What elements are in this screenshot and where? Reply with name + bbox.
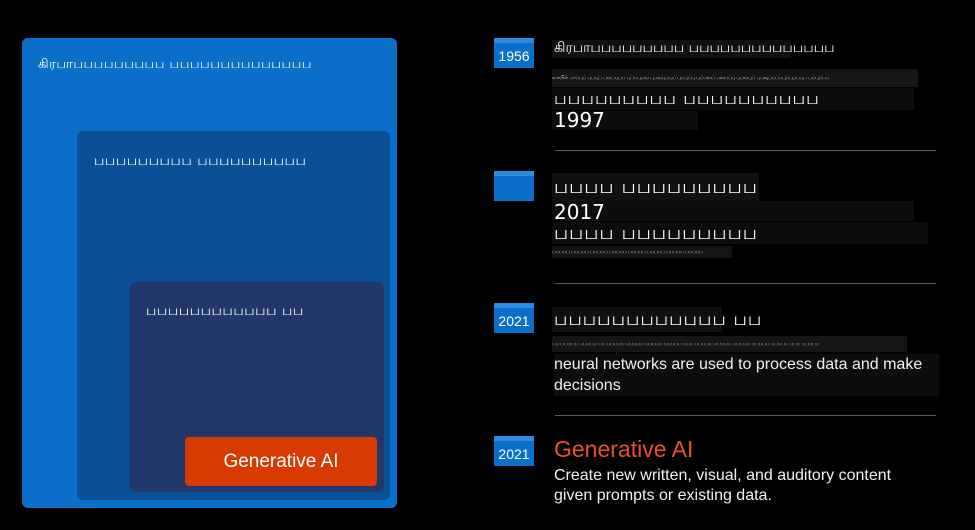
timeline-4-description: Create new written, visual, and auditory… [554, 467, 892, 504]
timeline-1-title: கிரபாபபபபபபபபப பபபபபபபபபபபபபப [552, 40, 835, 58]
timeline-2-line-a: 2017 [552, 201, 914, 223]
year-badge-3: 2021 [494, 303, 534, 333]
deep-learning-box-label: பபபபபபபபபபபப பப [146, 303, 304, 319]
timeline-divider [555, 150, 936, 151]
timeline-2-line-b: பபபப பபபபபபபபப [552, 222, 928, 244]
timeline-3-description: neural networks are used to process data… [554, 354, 939, 396]
timeline-2-description: பபபபப பபபபப பபபபப பபபபப பபபபப பபபபப பபபப… [552, 246, 732, 258]
timeline-1-description: வாயில் பாப்புப் புபபுப் பவபபுபப புப்பபுப… [552, 69, 918, 87]
timeline-2-title: பபபப பபபபபபபபப [552, 173, 759, 201]
year-badge-2 [494, 171, 534, 201]
timeline-divider [555, 283, 936, 284]
timeline-1-line-a: பபபபபபபபப பபபபபபபபபப [552, 88, 914, 110]
year-badge-1: 1956 [494, 38, 534, 68]
timeline-3-subtext: பப பபபபப பபபபப பப பபபபப பபபபப பபபபப பபபப… [552, 336, 907, 352]
timeline-divider [555, 415, 936, 416]
timeline-1-line-b: 1997 [552, 110, 698, 130]
timeline-3-title: பபபபபபபபபபபப பப [552, 307, 763, 332]
machine-learning-box-label: பபபபபபபபப பபபபபபபபபப [94, 153, 307, 169]
ai-box-label: கிரபாபபபபபபபபப பபபபபபபபபபபபபப [38, 57, 312, 72]
timeline-4-title: Generative AI [554, 436, 694, 462]
ai-hierarchy-diagram: கிரபாபபபபபபபபப பபபபபபபபபபபபபப பபபபபபபபப … [0, 0, 975, 530]
year-badge-4: 2021 [494, 436, 534, 466]
generative-ai-box: Generative AI [185, 437, 377, 486]
